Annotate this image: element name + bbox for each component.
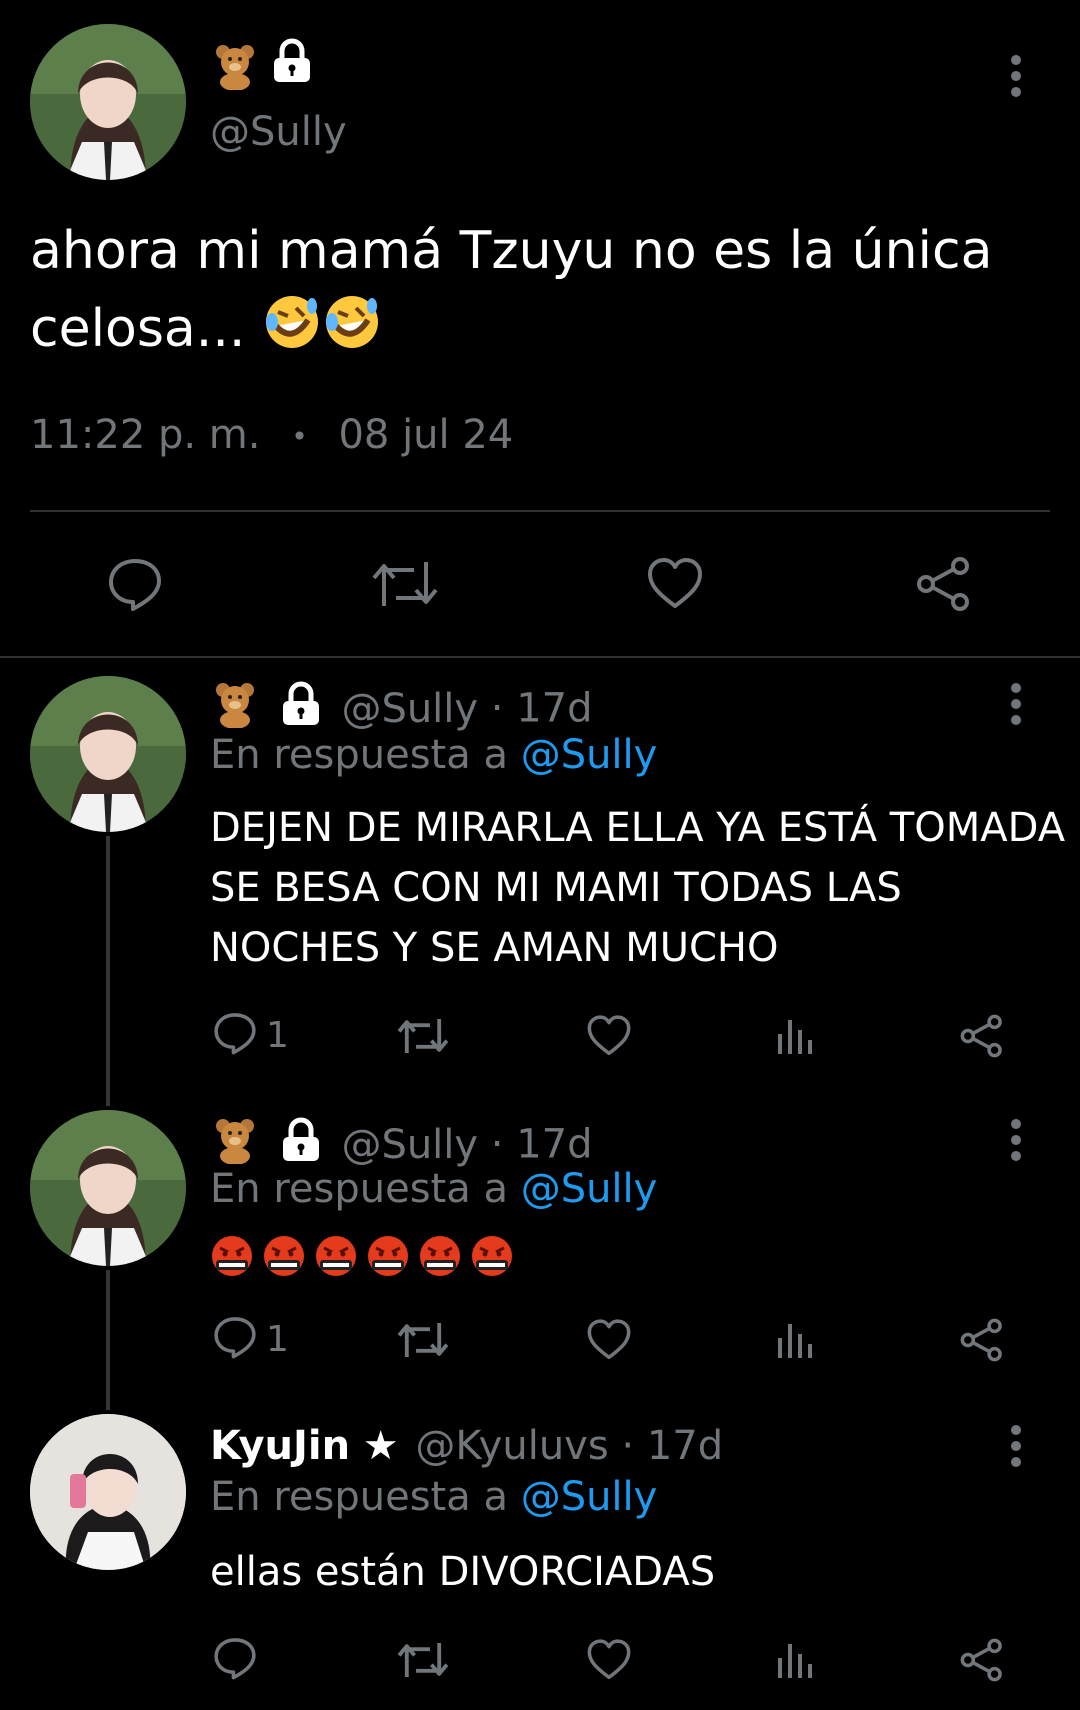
divider [30,510,1050,512]
tweet-text-fragment: celosa... [30,299,262,359]
retweet-icon[interactable] [396,1638,450,1682]
replying-to: En respuesta a @Sully [210,1164,657,1214]
tweet-text-line: celosa... [30,290,1050,372]
like-icon[interactable] [586,1014,632,1058]
avatar[interactable] [30,1110,186,1266]
more-options-icon[interactable] [1004,1424,1028,1468]
reply-age[interactable]: · 17d [491,1122,593,1168]
lock-icon [270,38,314,88]
teddy-bear-emoji [210,42,260,94]
reply-text: DEJEN DE MIRARLA ELLA YA ESTÁ TOMADA SE … [210,798,1065,978]
reply-header: KyuJin ★ @Kyuluvs · 17d [210,1420,723,1472]
avatar[interactable] [30,676,186,832]
reply-button[interactable]: 1 [212,1316,289,1362]
reply-age[interactable]: · 17d [621,1423,723,1469]
divider [0,656,1080,658]
rolling-on-floor-laughing-emoji [322,292,382,372]
face-with-symbols-on-mouth-emoji [262,1234,306,1278]
reply-count: 1 [266,1014,289,1056]
replying-to-link[interactable]: @Sully [521,1474,658,1520]
reply-handle[interactable]: @Sully [341,1122,478,1168]
reply-icon [212,1315,258,1363]
star-icon: ★ [362,1423,399,1469]
face-with-symbols-on-mouth-emoji [210,1234,254,1278]
replying-to-link[interactable]: @Sully [521,732,658,778]
analytics-icon[interactable] [776,1320,816,1360]
reply-count: 1 [266,1318,289,1360]
share-icon[interactable] [958,1318,1006,1362]
main-tweet-handle[interactable]: @Sully [210,108,347,156]
face-with-symbols-on-mouth-emoji [314,1234,358,1278]
share-icon[interactable] [958,1638,1006,1682]
retweet-icon[interactable] [396,1318,450,1362]
tweet-time: 11:22 p. m. [30,412,261,458]
retweet-icon[interactable] [396,1014,450,1058]
analytics-icon[interactable] [776,1016,816,1056]
reply-button[interactable]: 1 [212,1012,289,1058]
like-icon[interactable] [646,556,704,612]
reply-icon[interactable] [212,1636,258,1680]
replying-to-label: En respuesta a [210,732,521,778]
retweet-icon[interactable] [370,556,440,612]
more-options-icon[interactable] [1004,1118,1028,1162]
share-icon[interactable] [958,1014,1006,1058]
reply-icon[interactable] [106,556,164,612]
rolling-on-floor-laughing-emoji [262,292,322,372]
reply-header: @Sully · 17d [210,680,593,732]
tweet-text-line: ahora mi mamá Tzuyu no es la única [30,221,993,281]
more-options-icon[interactable] [1004,682,1028,726]
thread-line [106,836,110,1106]
like-icon[interactable] [586,1638,632,1682]
replying-to: En respuesta a @Sully [210,730,657,780]
display-name[interactable]: KyuJin [210,1423,350,1469]
replying-to: En respuesta a @Sully [210,1472,657,1522]
reply-handle[interactable]: @Kyuluvs [415,1423,608,1469]
replying-to-link[interactable]: @Sully [521,1166,658,1212]
reply-text-line: DEJEN DE MIRARLA ELLA YA ESTÁ TOMADA [210,805,1066,851]
thread-line [106,1270,110,1410]
tweet-timestamp[interactable]: 11:22 p. m. • 08 jul 24 [30,410,513,462]
reply-icon [212,1011,258,1059]
face-with-symbols-on-mouth-emoji [366,1234,410,1278]
face-with-symbols-on-mouth-emoji [470,1234,514,1278]
timestamp-separator: • [291,420,308,453]
angry-emoji-row [210,1234,522,1278]
tweet-date: 08 jul 24 [338,412,514,458]
replying-to-label: En respuesta a [210,1166,521,1212]
main-tweet-text: ahora mi mamá Tzuyu no es la única celos… [30,212,1050,372]
face-with-symbols-on-mouth-emoji [418,1234,462,1278]
analytics-icon[interactable] [776,1640,816,1680]
reply-text-line: SE BESA CON MI MAMI TODAS LAS [210,865,902,911]
like-icon[interactable] [586,1318,632,1362]
avatar[interactable] [30,1414,186,1570]
replying-to-label: En respuesta a [210,1474,521,1520]
share-icon[interactable] [914,556,974,612]
avatar[interactable] [30,24,186,180]
reply-text-line: NOCHES Y SE AMAN MUCHO [210,925,779,971]
reply-text: ellas están DIVORCIADAS [210,1549,716,1595]
more-options-icon[interactable] [1004,54,1028,98]
reply-handle[interactable]: @Sully [341,686,478,732]
reply-header: @Sully · 17d [210,1116,593,1168]
reply-age[interactable]: · 17d [491,686,593,732]
